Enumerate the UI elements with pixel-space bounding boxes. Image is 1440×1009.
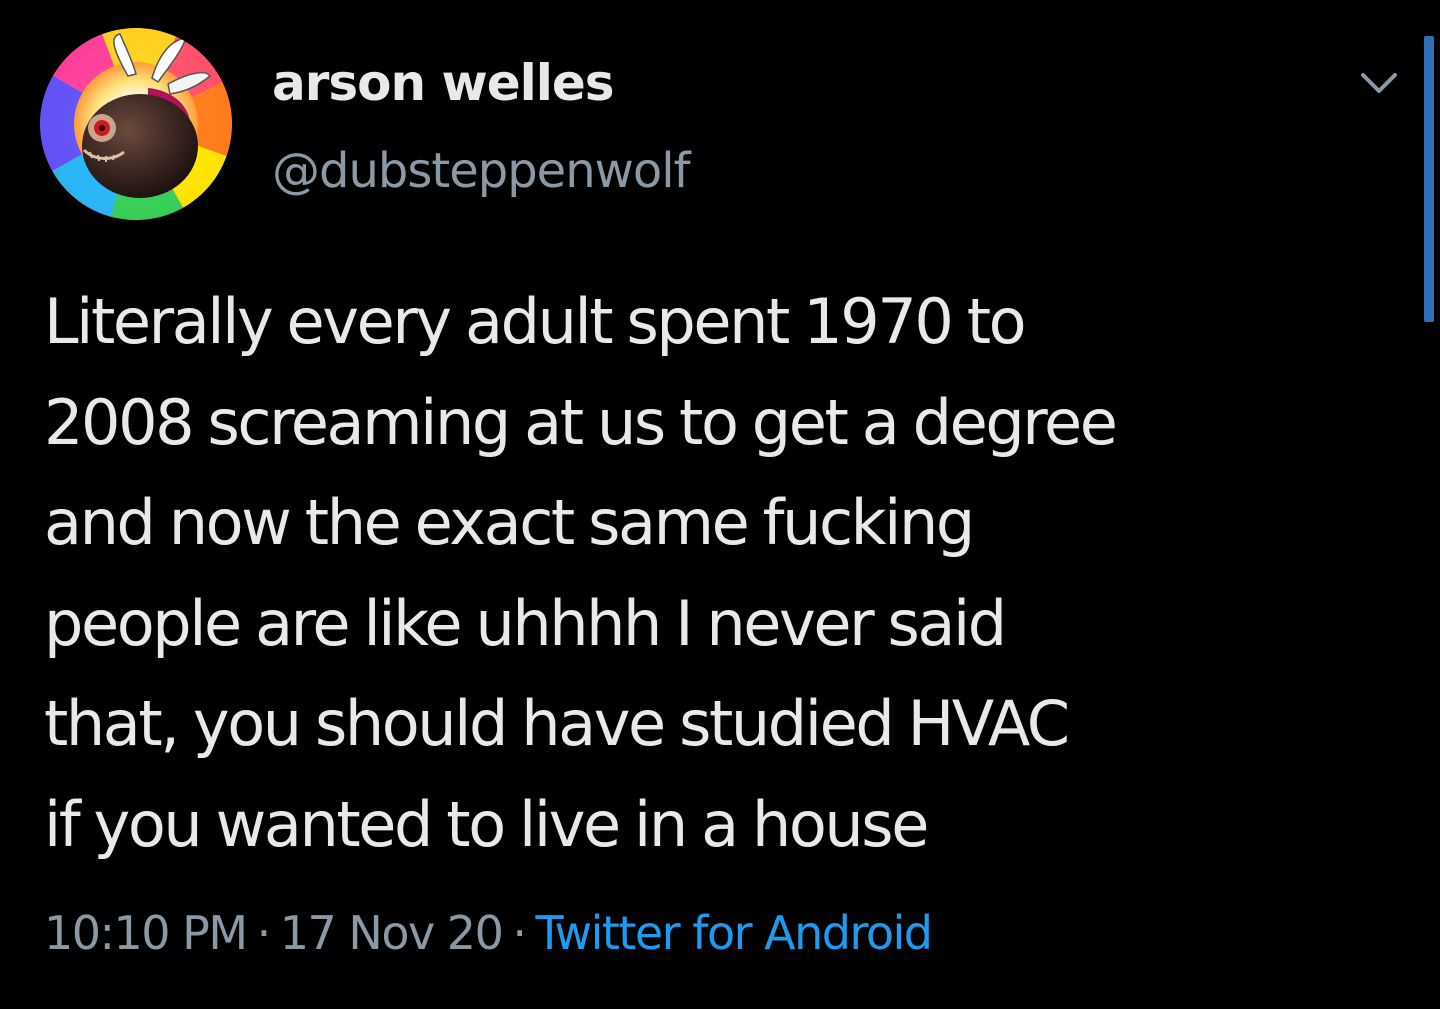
tweet-time: 10:10 PM xyxy=(44,906,248,960)
meta-separator: · xyxy=(256,906,272,960)
tweet-text-line: if you wanted to live in a house xyxy=(44,787,929,861)
tweet-metadata: 10:10 PM · 17 Nov 20 · Twitter for Android xyxy=(44,898,933,968)
winged-creature-avatar-icon xyxy=(40,28,232,220)
tweet-date: 17 Nov 20 xyxy=(279,906,504,960)
tweet-text-line: Literally every adult spent 1970 to xyxy=(44,285,1027,358)
tweet-text-line: people are like uhhhh I never said xyxy=(44,586,1007,660)
tweet-source-link[interactable]: Twitter for Android xyxy=(535,906,933,960)
chevron-down-icon[interactable] xyxy=(1354,58,1404,108)
author-handle[interactable]: @dubsteppenwolf xyxy=(272,140,690,202)
scrollbar-thumb[interactable] xyxy=(1424,36,1434,322)
tweet-text-line: that, you should have studied HVAC xyxy=(44,687,1070,760)
avatar[interactable] xyxy=(40,28,232,220)
tweet-text-line: and now the exact same fucking xyxy=(44,486,975,559)
meta-separator: · xyxy=(512,906,527,960)
author-display-name[interactable]: arson welles xyxy=(272,52,615,114)
tweet-text: Literally every adult spent 1970 to 2008… xyxy=(44,272,1414,875)
tweet-detail: arson welles @dubsteppenwolf Literally e… xyxy=(0,0,1440,1009)
tweet-text-line: 2008 screaming at us to get a degree xyxy=(44,385,1118,459)
